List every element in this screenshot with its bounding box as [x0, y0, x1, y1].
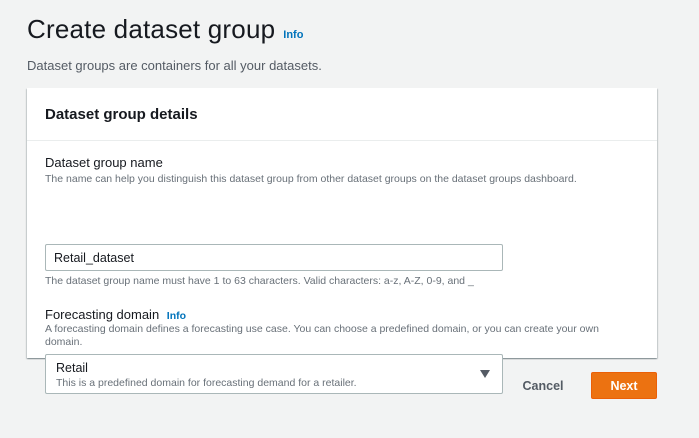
- dataset-group-name-constraint: The dataset group name must have 1 to 63…: [45, 275, 474, 287]
- forecasting-domain-selected-description: This is a predefined domain for forecast…: [56, 377, 357, 389]
- dataset-group-name-input[interactable]: Retail_dataset: [45, 244, 503, 271]
- panel-title: Dataset group details: [27, 88, 657, 141]
- dataset-group-name-description: The name can help you distinguish this d…: [45, 173, 577, 185]
- page-info-link[interactable]: Info: [283, 29, 303, 41]
- page-header: Create dataset group Info: [27, 14, 303, 45]
- forecasting-domain-selected-value: Retail: [56, 361, 88, 375]
- next-button[interactable]: Next: [591, 372, 657, 399]
- caret-down-icon: [480, 370, 490, 378]
- forecasting-domain-label-text: Forecasting domain: [45, 307, 160, 322]
- dataset-group-name-value: Retail_dataset: [54, 250, 134, 265]
- page-description: Dataset groups are containers for all yo…: [27, 58, 322, 73]
- dataset-group-name-label: Dataset group name: [45, 155, 163, 170]
- forecasting-domain-info-link[interactable]: Info: [167, 310, 186, 322]
- forecasting-domain-select[interactable]: Retail This is a predefined domain for f…: [45, 354, 503, 394]
- page-title: Create dataset group: [27, 14, 276, 44]
- forecasting-domain-description: A forecasting domain defines a forecasti…: [45, 323, 599, 348]
- dataset-group-details-panel: Dataset group details Dataset group name…: [27, 88, 657, 394]
- cancel-button[interactable]: Cancel: [506, 372, 580, 399]
- forecasting-domain-label: Forecasting domain Info: [45, 307, 186, 322]
